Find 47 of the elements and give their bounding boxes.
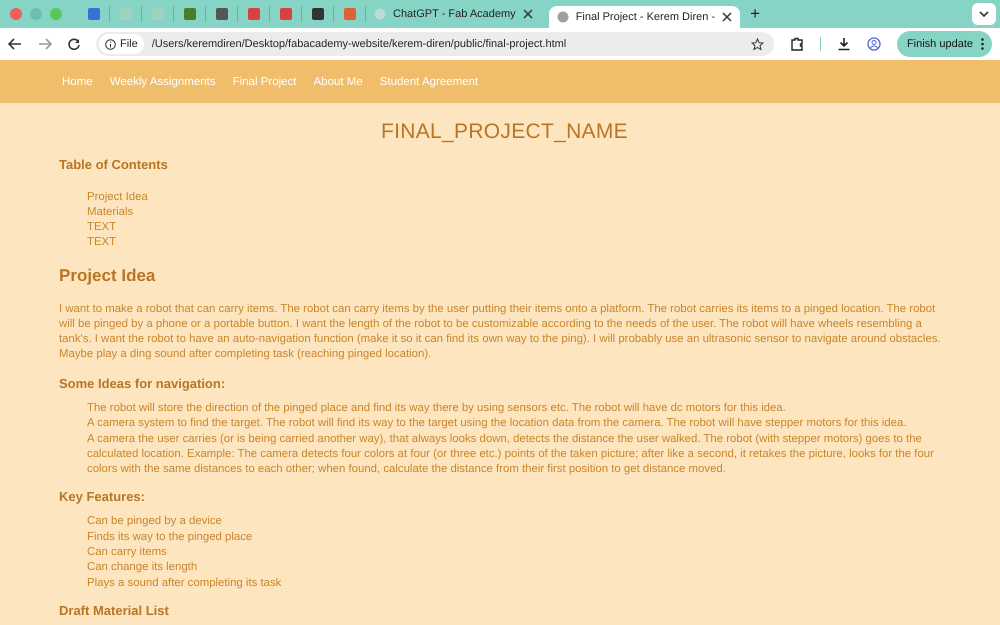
subsection-heading: Key Features: <box>59 489 146 504</box>
close-icon[interactable] <box>722 12 732 22</box>
info-icon <box>105 38 116 50</box>
toc-link[interactable]: TEXT <box>87 235 116 250</box>
nav-link[interactable]: Weekly Assignments <box>110 76 216 88</box>
list-item: The robot will store the direction of the pinged place and find its way there by using sensors etc. The robot will have dc motors for this idea. <box>87 401 787 416</box>
tab-title: ChatGPT - Fab Academy <box>393 8 516 20</box>
puzzle-icon[interactable] <box>790 37 804 51</box>
subsection-heading: Some Ideas for navigation: <box>59 376 226 391</box>
nav-link[interactable]: About Me <box>314 76 363 88</box>
scheme-label: File <box>120 38 138 50</box>
toc-heading: Table of Contents <box>59 157 169 172</box>
list-item: A camera the user carries (or is being carried another way), that always looks down, detects the distance the user walked. The robot (with stepper motors) goes to the calculated location. Example: The camera detects four colors at four (or three etc.) points of the taken picture; after like a second, it retakes the picture, looks for the four colors with the same distances to each other; when found, calculate the distance from their first position to get distance moved. <box>87 432 935 478</box>
nav-link[interactable]: Student Agreement <box>380 76 478 88</box>
tab-title: Final Project - Kerem Diren - <box>576 11 716 23</box>
forward-icon[interactable] <box>38 38 52 50</box>
address-bar[interactable]: File /Users/keremdiren/Desktop/fabacademy-website/kerem-diren/public/final-project.html <box>96 32 774 56</box>
back-icon[interactable] <box>8 38 22 50</box>
url-text: /Users/keremdiren/Desktop/fabacademy-website/kerem-diren/public/final-project.html <box>152 38 566 50</box>
download-icon[interactable] <box>836 37 851 51</box>
profile-icon[interactable] <box>866 37 881 51</box>
tab-search-button[interactable] <box>972 3 996 25</box>
subsection-heading: Draft Material List <box>59 602 170 618</box>
list-item: Can change its length <box>87 560 198 576</box>
more-icon <box>981 38 984 50</box>
close-icon[interactable] <box>522 9 533 19</box>
nav-link[interactable]: Final Project <box>232 76 296 88</box>
reload-icon[interactable] <box>68 38 80 50</box>
page-title: FINAL_PROJECT_NAME <box>380 120 629 144</box>
paragraph: I want to make a robot that can carry items. The robot can carry items by the user putting their items onto a platform. The robot carries its items to a pinged location. The robot will be pinged by a phone or a portable button. I want the length of the robot to be customizable according to the needs of the user. The robot will have wheels resembling a tank's. I want the robot to have an auto-navigation function (make it so it can find its own way to the ping). I will probably use an ultrasonic sensor to navigate around obstacles. Maybe play a ding sound after completing task (reaching pinged location). <box>59 302 942 362</box>
list-item: Finds its way to the pinged place <box>87 530 254 545</box>
list-item: Plays a sound after completing its task <box>87 576 282 591</box>
new-tab-button[interactable]: + <box>750 4 760 24</box>
browser-tab[interactable]: ChatGPT - Fab Academy <box>366 0 541 28</box>
list-item: A camera system to find the target. The robot will find its way to the target using the location data from the camera. The robot will have stepper motors for this idea. <box>87 416 908 432</box>
finish-update-button[interactable]: Finish update <box>896 31 992 57</box>
toc-link[interactable]: TEXT <box>87 220 116 235</box>
section-heading: Project Idea <box>59 266 156 286</box>
chevron-down-icon <box>979 11 989 17</box>
site-info-button[interactable]: File <box>99 34 144 54</box>
nav-link[interactable]: Home <box>62 76 93 88</box>
star-icon[interactable] <box>750 38 764 50</box>
list-item: Can be pinged by a device <box>87 514 223 530</box>
browser-tab[interactable]: Final Project - Kerem Diren - <box>548 6 740 28</box>
toc-link[interactable]: Materials <box>87 205 134 220</box>
toc-link[interactable]: Project Idea <box>87 190 148 205</box>
list-item: Can carry items <box>87 545 168 560</box>
